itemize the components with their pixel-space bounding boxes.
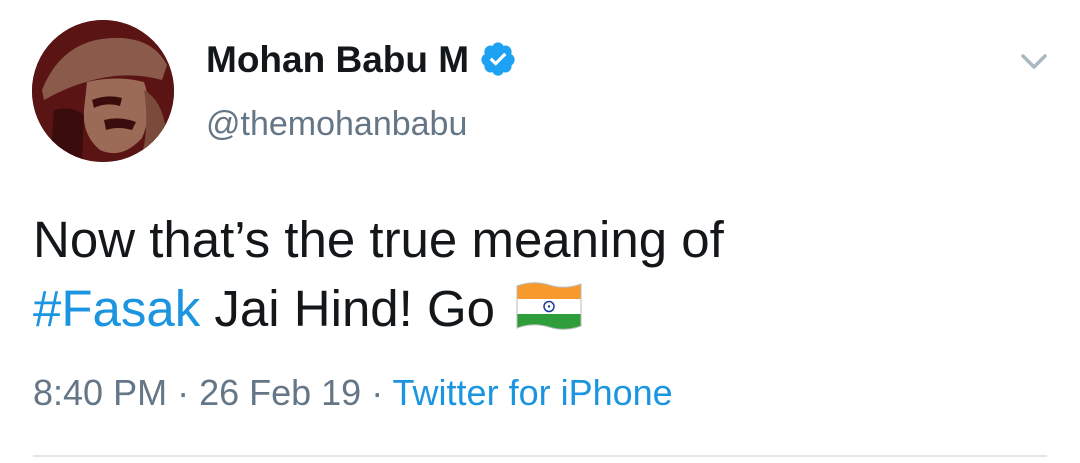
tweet-text-line1: Now that’s the true meaning of	[33, 211, 724, 268]
user-handle[interactable]: @themohanbabu	[206, 107, 467, 141]
verified-badge-icon	[481, 42, 515, 76]
chevron-down-icon[interactable]	[1015, 46, 1053, 76]
hashtag-link[interactable]: #Fasak	[33, 280, 200, 337]
meta-separator: ·	[361, 372, 393, 413]
tweet-text: Now that’s the true meaning of #Fasak Ja…	[33, 205, 1043, 343]
avatar-image	[32, 20, 174, 162]
meta-separator: ·	[167, 372, 200, 413]
display-name[interactable]: Mohan Babu M	[206, 40, 517, 78]
tweet-text-line2: #Fasak Jai Hind! Go	[33, 274, 1043, 343]
tweet-meta: 8:40 PM · 26 Feb 19 · Twitter for iPhone	[33, 375, 673, 411]
display-name-text: Mohan Babu M	[206, 38, 470, 80]
tweet-time[interactable]: 8:40 PM	[33, 372, 167, 413]
tweet-source-link[interactable]: Twitter for iPhone	[393, 372, 673, 413]
avatar[interactable]	[32, 20, 174, 162]
tweet-text-rest: Jai Hind! Go	[200, 280, 510, 337]
divider	[33, 455, 1047, 457]
india-flag-icon	[516, 282, 582, 330]
tweet-date[interactable]: 26 Feb 19	[199, 372, 361, 413]
